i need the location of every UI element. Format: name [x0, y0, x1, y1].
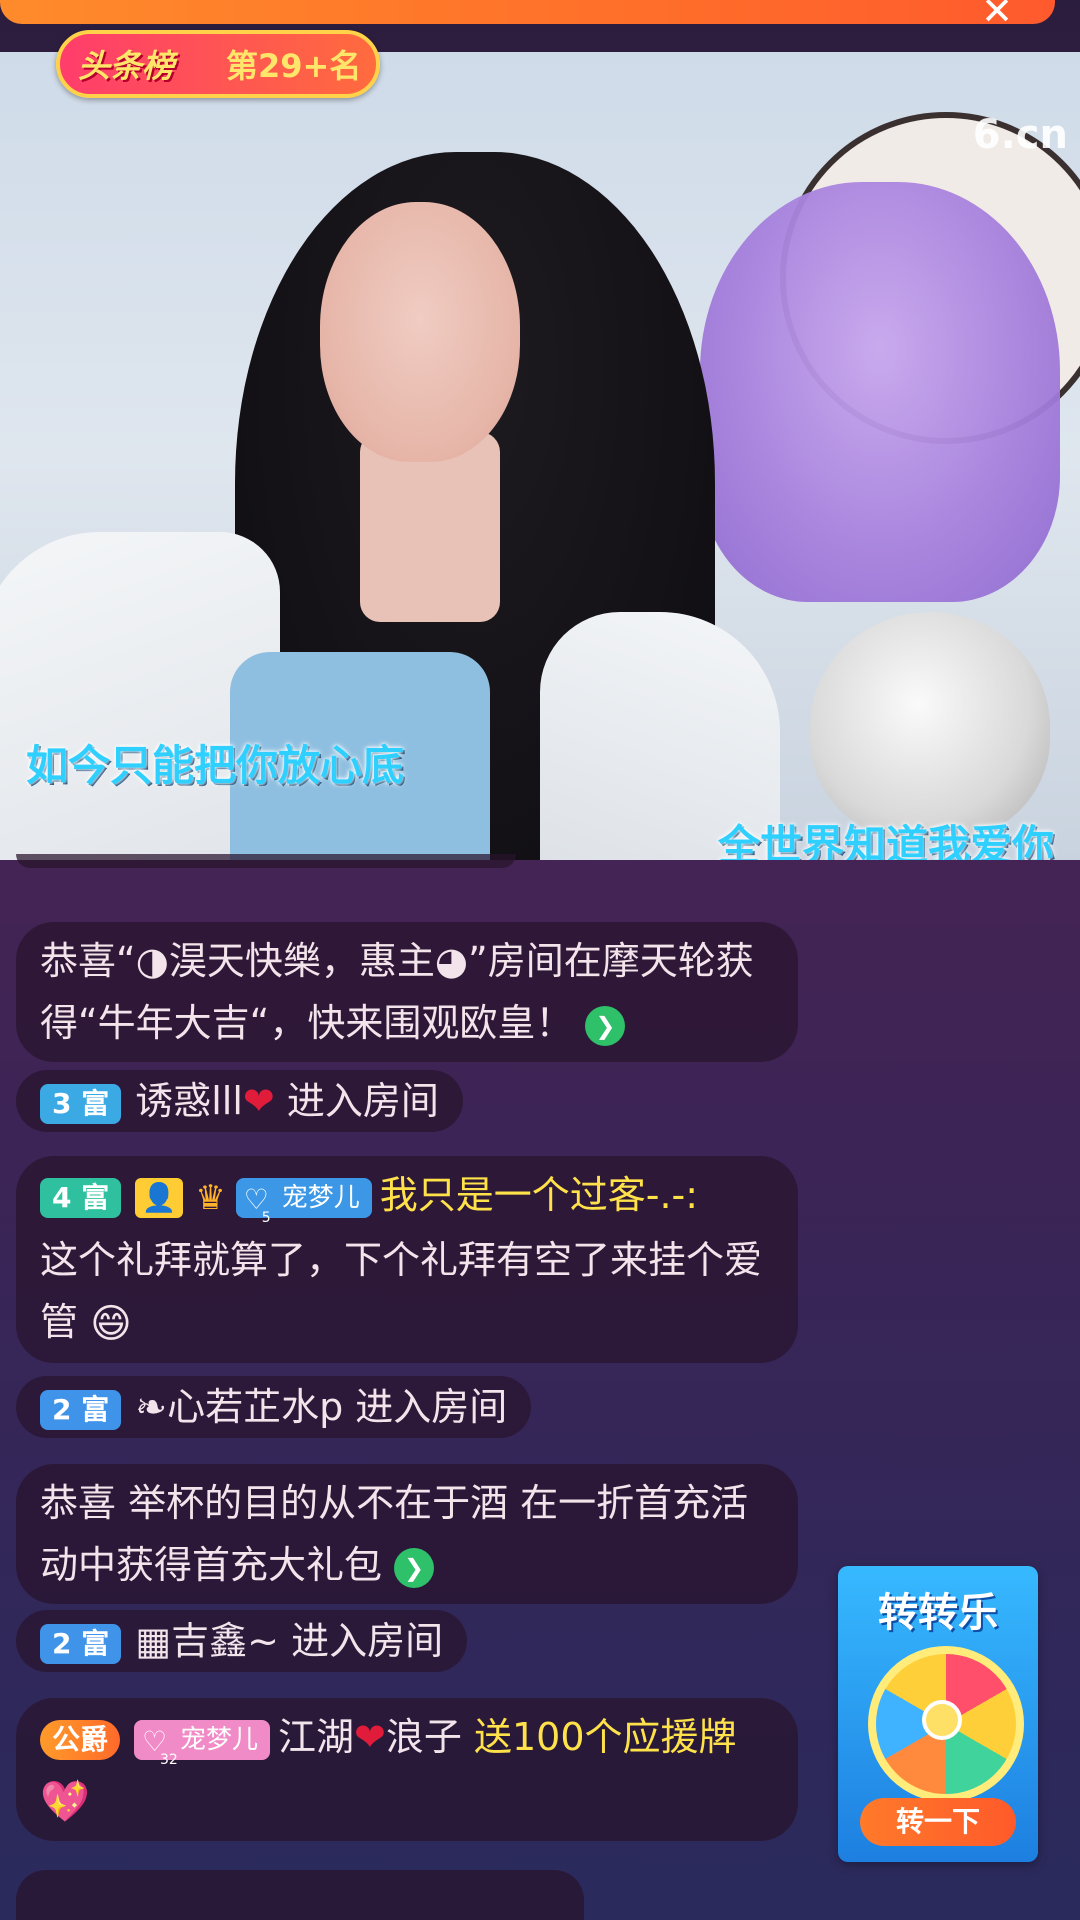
doll-decoration [700, 182, 1060, 602]
noble-rank-tag: 公爵 [40, 1719, 121, 1760]
go-arrow-icon[interactable]: ❯ [394, 1547, 435, 1588]
live-video[interactable]: 6.cn 如今只能把你放心底 全世界知道我爱你 [0, 52, 1080, 860]
wealth-level-tag: 2 富 [40, 1389, 122, 1430]
chat-message-enter[interactable]: 3 富诱惑lll❤ 进入房间 [16, 1070, 463, 1132]
site-watermark: 6.cn [972, 112, 1068, 158]
message-username: 我只是一个过客-.-: [379, 1173, 699, 1217]
go-arrow-icon[interactable]: ❯ [585, 1005, 626, 1046]
chat-message-enter[interactable]: 2 富 ▦吉鑫~ 进入房间 [16, 1610, 468, 1672]
pet-level: 32 [160, 1751, 178, 1768]
lyric-left: 如今只能把你放心底 [26, 741, 405, 790]
wealth-level-tag: 3 富 [40, 1083, 122, 1124]
message-action: 进入房间 [355, 1385, 508, 1429]
chat-message-enter[interactable]: 2 富 ❧心若芷水p 进入房间 [16, 1376, 532, 1438]
pet-label: 宠梦儿 [180, 1724, 259, 1755]
message-action: 进入房间 [286, 1079, 439, 1123]
avatar-icon: 👤 [135, 1177, 184, 1218]
crown-icon: ♛ [195, 1177, 226, 1218]
pet-label: 宠梦儿 [281, 1182, 360, 1213]
gift-text: 送100个应援牌 [474, 1715, 737, 1759]
message-username: 诱惑lll [135, 1079, 243, 1123]
chat-message-gift[interactable]: 公爵 ♡ 32 宠梦儿 江湖❤浪子 送100个应援牌 💖 [16, 1698, 798, 1841]
lucky-wheel-widget[interactable]: 转转乐 转一下 [838, 1566, 1038, 1862]
message-username: ❧心若芷水p [135, 1385, 344, 1429]
grin-emoji-icon: 😄 [90, 1301, 132, 1347]
microphone [810, 612, 1050, 842]
wealth-level-tag: 2 富 [40, 1623, 122, 1664]
message-text: 恭喜“ [40, 939, 136, 983]
message-username: ▦吉鑫~ [135, 1619, 279, 1663]
pet-badge: ♡ 32 宠梦儿 [134, 1719, 271, 1768]
message-text: 这个礼拜就算了，下个礼拜有空了来挂个爱管 [40, 1237, 763, 1344]
rank-badge[interactable]: 头条榜 第29+名 [56, 30, 380, 98]
pet-level: 5 [261, 1209, 271, 1226]
wheel-center-icon [922, 1700, 962, 1740]
message-username: ◑淏天快樂，惠主◕ [135, 939, 469, 983]
spin-button[interactable]: 转一下 [860, 1798, 1016, 1846]
widget-title: 转转乐 [878, 1590, 998, 1636]
heart-icon: ❤ [242, 1079, 275, 1123]
rank-value: 第29+名 [226, 47, 362, 85]
top-banner[interactable]: ✕ [0, 0, 1055, 30]
wealth-level-tag: 4 富 [40, 1177, 122, 1218]
chat-message-system[interactable]: 恭喜 举杯的目的从不在于酒 在一折首充活动中获得首充大礼包 ❯ [16, 1464, 798, 1604]
message-username: 江湖 [278, 1715, 355, 1759]
message-username: 浪子 [385, 1715, 462, 1759]
pet-badge: ♡ 5 宠梦儿 [235, 1177, 372, 1226]
chat-message-partial [16, 854, 516, 868]
chat-message-user[interactable]: 4 富 👤 ♛ ♡ 5 宠梦儿 我只是一个过客-.-: 这个礼拜就算了，下个礼拜有空了来挂个… [16, 1156, 798, 1363]
close-icon[interactable]: ✕ [981, 0, 1013, 30]
rank-title: 头条榜 [78, 47, 175, 85]
lyric-right: 全世界知道我爱你 [717, 821, 1054, 860]
streamer-face [320, 202, 520, 462]
message-action: 进入房间 [291, 1619, 444, 1663]
gift-sign-icon: 💖 [40, 1778, 90, 1825]
chat-message-announcement[interactable]: 恭喜“◑淏天快樂，惠主◕”房间在摩天轮获得“牛年大吉“，快来围观欧皇！ ❯ [16, 922, 798, 1062]
chat-message-partial [16, 1870, 584, 1920]
heart-icon: ❤ [354, 1715, 386, 1759]
